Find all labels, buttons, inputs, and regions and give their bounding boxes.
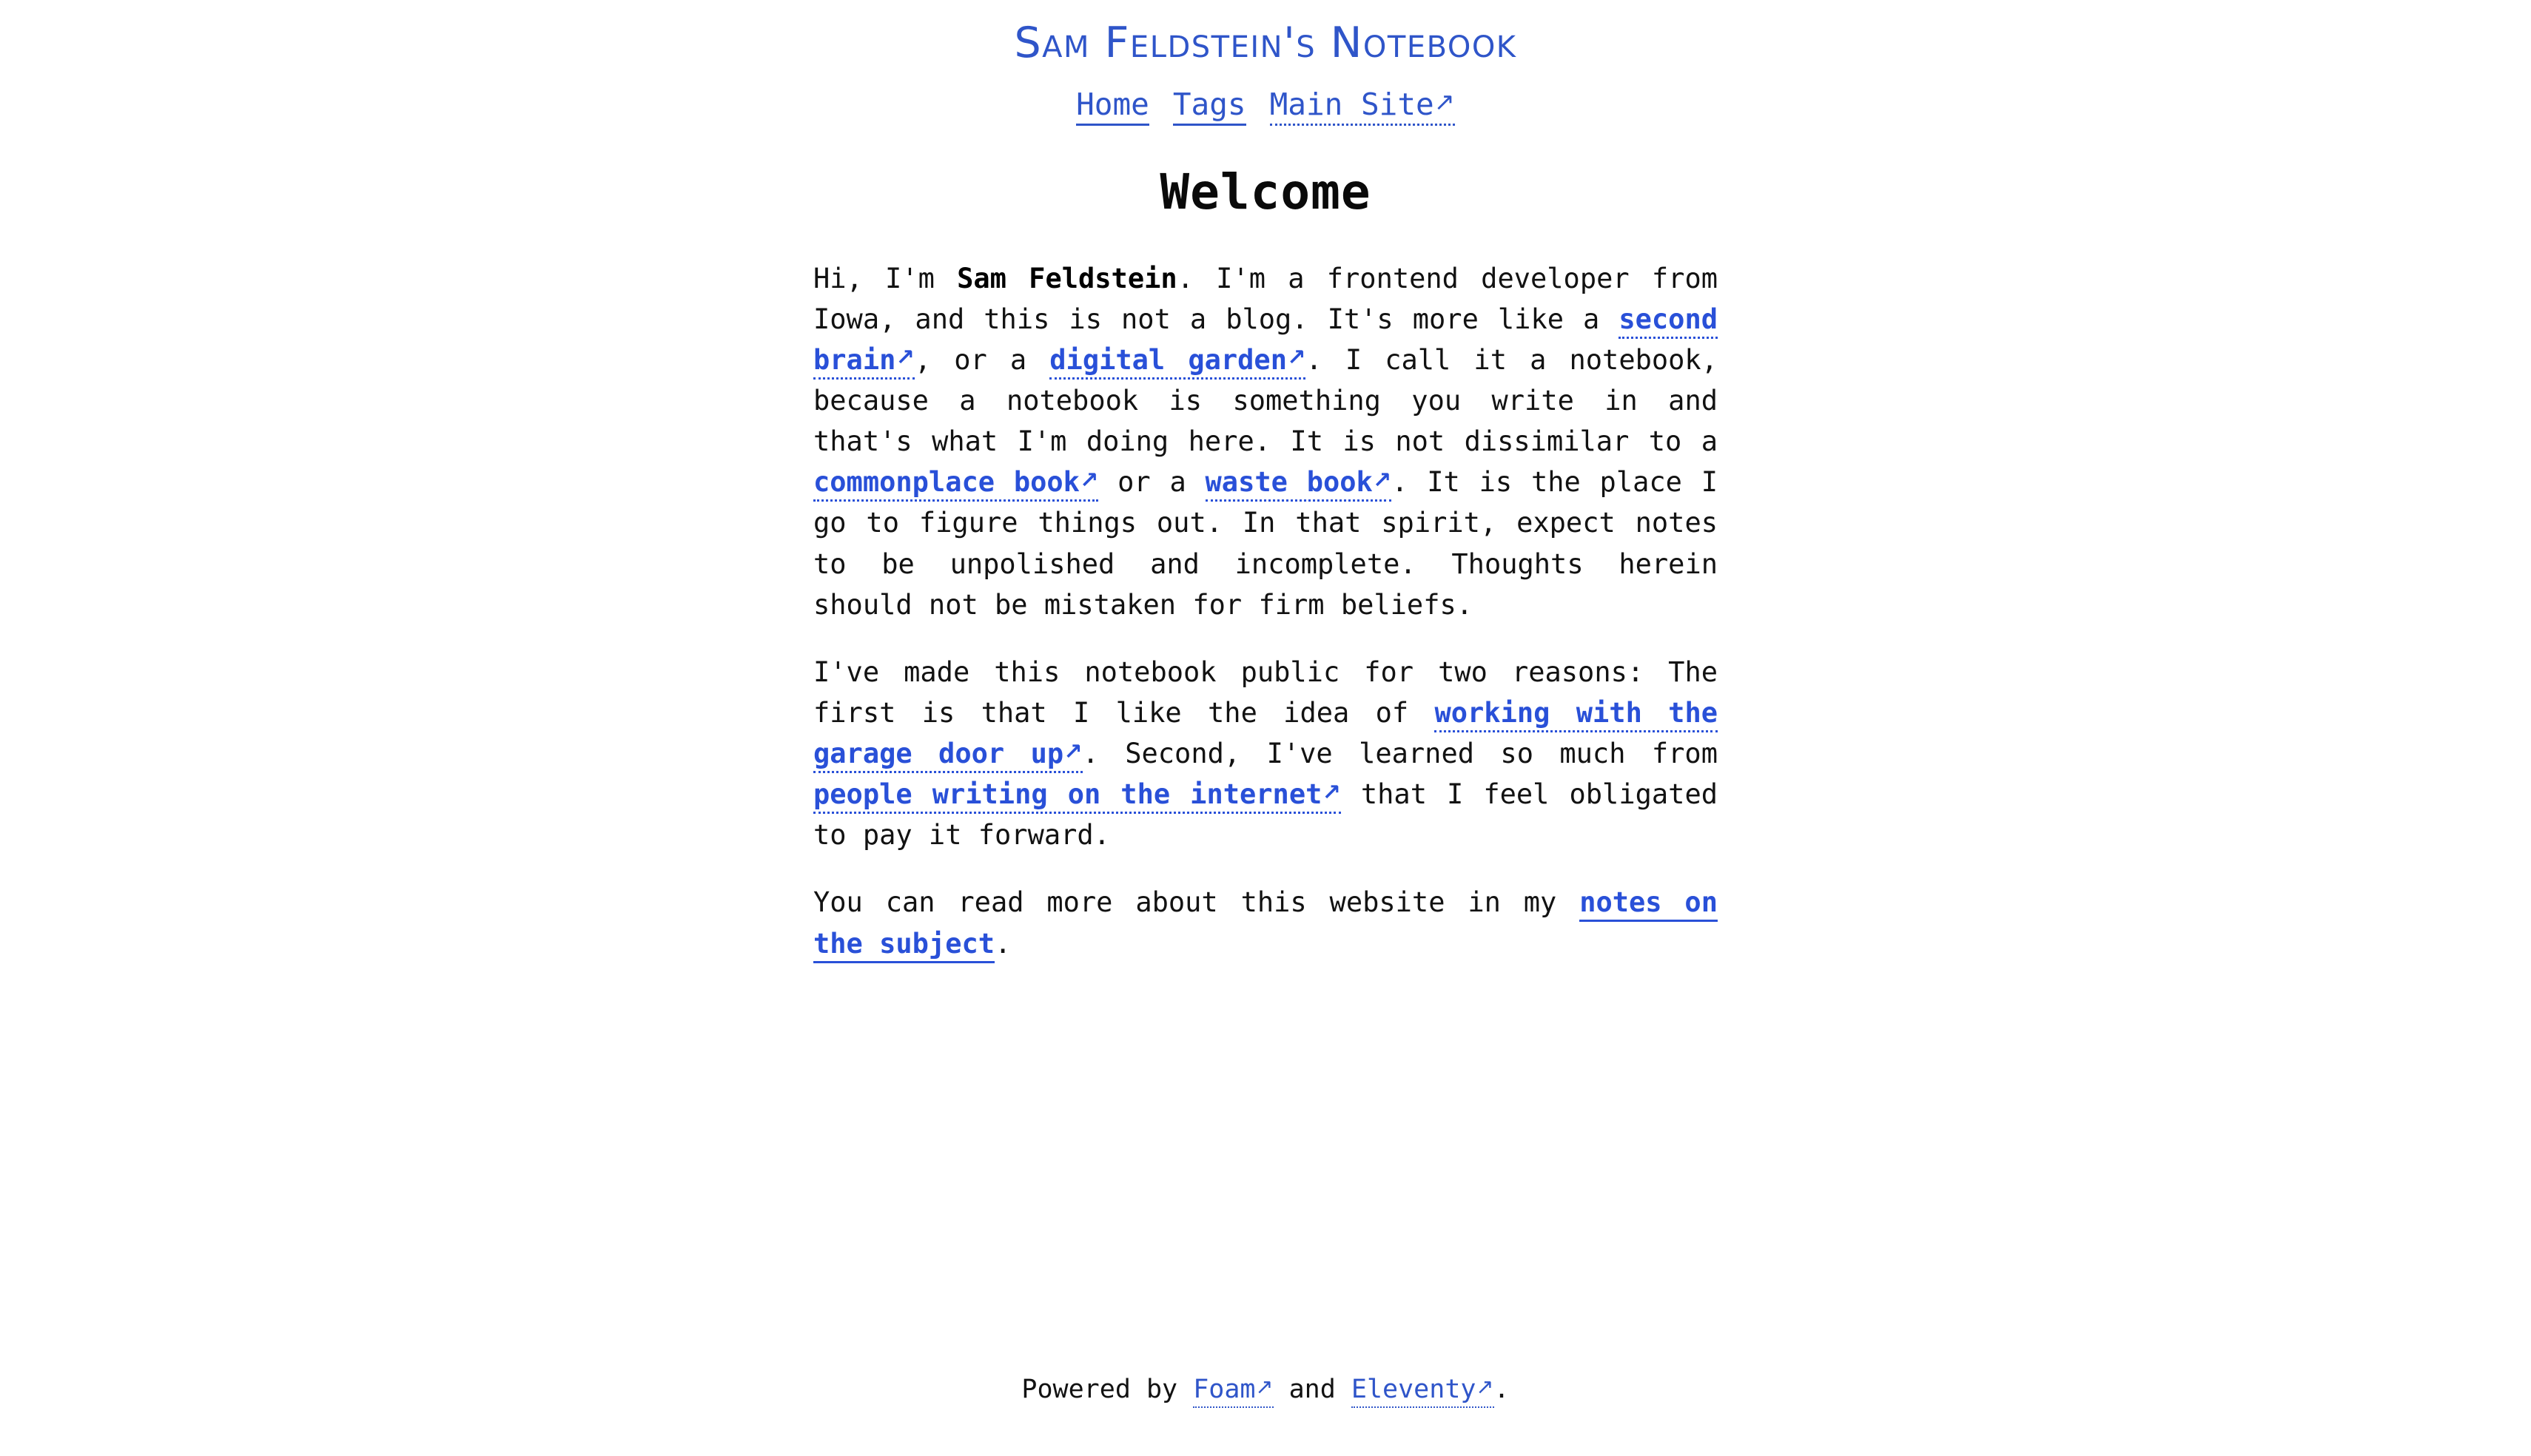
external-link-arrow-icon: ↗ bbox=[1322, 779, 1341, 806]
paragraph3-segment-1: You can read more about this website in … bbox=[813, 886, 1580, 919]
footer-middle: and bbox=[1273, 1375, 1351, 1405]
nav-link-home-label: Home bbox=[1076, 87, 1149, 123]
paragraph1-segment-5: or a bbox=[1098, 466, 1206, 499]
external-link-arrow-icon: ↗ bbox=[1079, 467, 1099, 493]
external-link-arrow-icon: ↗ bbox=[1287, 345, 1306, 371]
paragraph1-segment-1: Hi, I'm bbox=[813, 262, 958, 294]
link-waste-book[interactable]: waste book↗ bbox=[1205, 466, 1392, 502]
paragraph2-segment-2: . Second, I've learned so much from bbox=[1082, 738, 1718, 770]
footer-link-foam-label: Foam bbox=[1193, 1375, 1256, 1405]
link-digital-garden-label: digital garden bbox=[1049, 343, 1287, 376]
link-waste-book-label: waste book bbox=[1205, 466, 1373, 499]
main-navigation: Home Tags Main Site↗ bbox=[1076, 87, 1455, 127]
footer-suffix: . bbox=[1493, 1375, 1510, 1405]
external-link-arrow-icon: ↗ bbox=[1063, 738, 1083, 765]
nav-link-tags[interactable]: Tags bbox=[1172, 87, 1246, 127]
footer-prefix: Powered by bbox=[1021, 1375, 1194, 1405]
link-people-writing-internet-label: people writing on the internet bbox=[813, 778, 1322, 811]
nav-link-tags-label: Tags bbox=[1172, 87, 1246, 123]
page-root: Sam Feldstein's Notebook Home Tags Main … bbox=[0, 0, 2531, 1456]
link-commonplace-book-label: commonplace book bbox=[813, 466, 1080, 499]
external-link-arrow-icon: ↗ bbox=[1433, 87, 1455, 116]
intro-paragraph: Hi, I'm Sam Feldstein. I'm a frontend de… bbox=[813, 258, 1718, 625]
footer-link-foam[interactable]: Foam↗ bbox=[1193, 1374, 1274, 1409]
prose-body: Hi, I'm Sam Feldstein. I'm a frontend de… bbox=[813, 258, 1718, 964]
reasons-paragraph: I've made this notebook public for two r… bbox=[813, 652, 1718, 856]
link-people-writing-internet[interactable]: people writing on the internet↗ bbox=[813, 778, 1341, 815]
footer-link-eleventy-label: Eleventy bbox=[1351, 1375, 1476, 1405]
external-link-arrow-icon: ↗ bbox=[1476, 1374, 1494, 1399]
site-footer: Powered by Foam↗ and Eleventy↗. bbox=[0, 1375, 2531, 1409]
site-title: Sam Feldstein's Notebook bbox=[1014, 18, 1517, 67]
external-link-arrow-icon: ↗ bbox=[1255, 1374, 1274, 1399]
external-link-arrow-icon: ↗ bbox=[1372, 467, 1392, 493]
page-title: Welcome bbox=[1160, 164, 1371, 221]
paragraph3-segment-2: . bbox=[995, 927, 1012, 960]
link-commonplace-book[interactable]: commonplace book↗ bbox=[813, 466, 1099, 502]
nav-link-main-site-label: Main Site bbox=[1269, 87, 1434, 123]
main-content: Welcome Hi, I'm Sam Feldstein. I'm a fro… bbox=[813, 164, 1718, 964]
read-more-paragraph: You can read more about this website in … bbox=[813, 882, 1718, 963]
nav-link-main-site[interactable]: Main Site↗ bbox=[1269, 87, 1455, 127]
footer-link-eleventy[interactable]: Eleventy↗ bbox=[1351, 1374, 1494, 1409]
external-link-arrow-icon: ↗ bbox=[895, 345, 915, 371]
paragraph1-segment-3: , or a bbox=[914, 343, 1050, 376]
author-name: Sam Feldstein bbox=[957, 262, 1177, 294]
nav-link-home[interactable]: Home bbox=[1076, 87, 1149, 127]
link-digital-garden[interactable]: digital garden↗ bbox=[1049, 343, 1306, 380]
